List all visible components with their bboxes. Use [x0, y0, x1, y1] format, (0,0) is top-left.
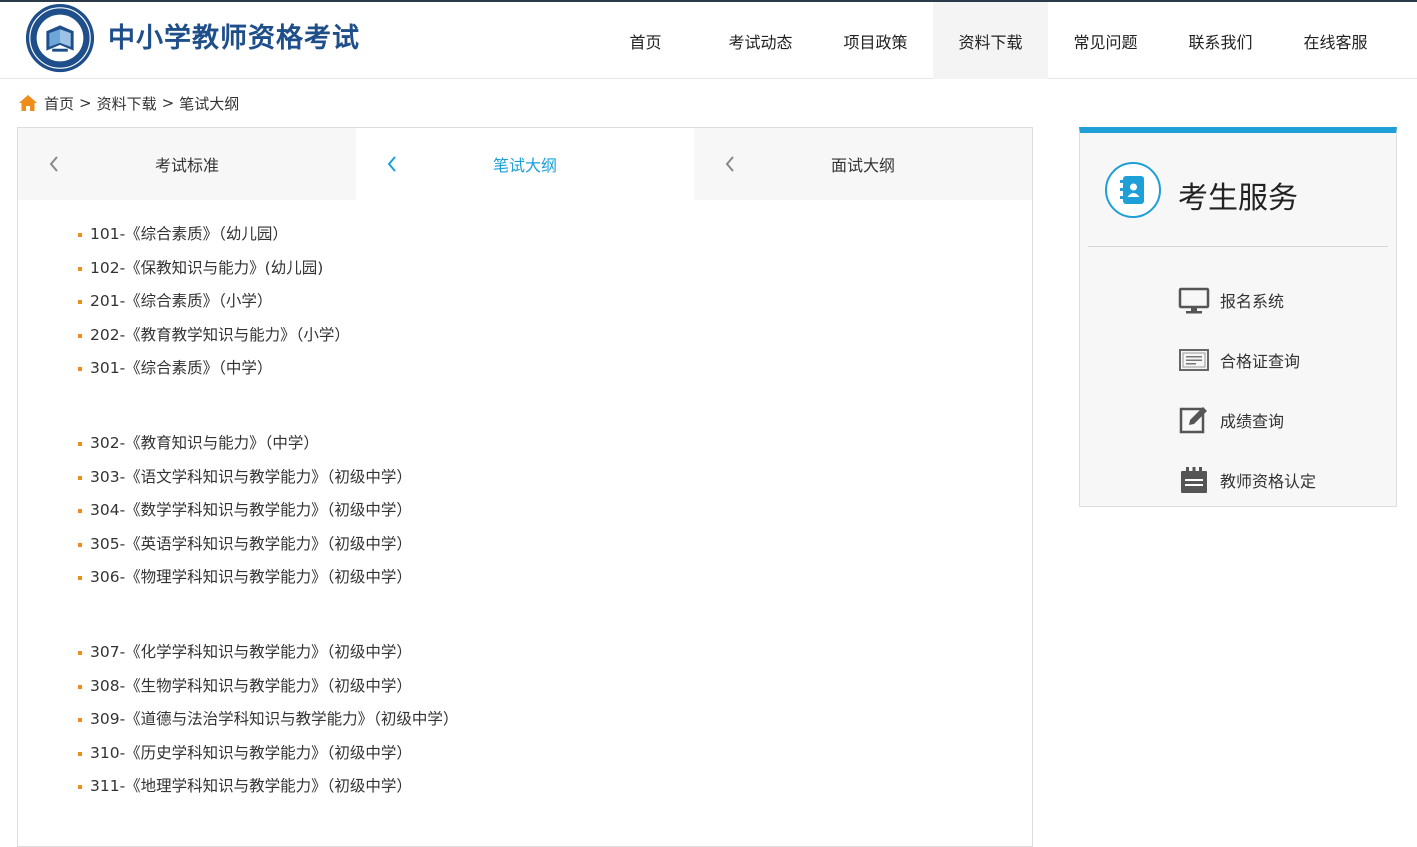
list-item[interactable]: 305-《英语学科知识与教学能力》（初级中学） [76, 528, 458, 562]
calendar-icon [1181, 467, 1207, 493]
home-icon [19, 95, 37, 111]
main-panel: 考试标准 笔试大纲 面试大纲 101-《综合素质》（幼儿园） 102-《保教知识… [17, 127, 1033, 847]
list-item[interactable]: 201-《综合素质》（小学） [76, 285, 458, 319]
list-item[interactable]: 307-《化学学科知识与教学能力》（初级中学） [76, 636, 458, 670]
nav-downloads[interactable]: 资料下载 [933, 2, 1048, 79]
tab-bar: 考试标准 笔试大纲 面试大纲 [18, 128, 1032, 200]
list-item[interactable]: 302-《教育知识与能力》（中学） [76, 427, 458, 461]
logo-emblem-icon[interactable] [22, 2, 98, 76]
monitor-icon [1178, 287, 1210, 314]
service-label: 合格证查询 [1220, 352, 1301, 371]
list-item[interactable]: 301-《综合素质》（中学） [76, 352, 458, 386]
list-item[interactable]: 308-《生物学科知识与教学能力》（初级中学） [76, 670, 458, 704]
edit-icon [1179, 407, 1207, 434]
syllabus-list: 101-《综合素质》（幼儿园） 102-《保教知识与能力》(幼儿园) 201-《… [76, 218, 458, 845]
service-certificate-query[interactable]: 合格证查询 [1178, 345, 1300, 375]
nav-exam-news[interactable]: 考试动态 [703, 2, 818, 79]
service-registration[interactable]: 报名系统 [1178, 285, 1284, 315]
list-item[interactable]: 309-《道德与法治学科知识与教学能力》（初级中学） [76, 703, 458, 737]
list-item[interactable]: 306-《物理学科知识与教学能力》（初级中学） [76, 561, 458, 595]
chevron-left-icon [387, 156, 396, 172]
breadcrumb-downloads[interactable]: 资料下载 [97, 93, 157, 114]
breadcrumb-separator: > [161, 94, 175, 112]
tab-label: 笔试大纲 [492, 156, 557, 175]
nav-online-service[interactable]: 在线客服 [1278, 2, 1393, 79]
tab-interview-syllabus[interactable]: 面试大纲 [694, 128, 1032, 200]
list-item[interactable]: 202-《教育教学知识与能力》（小学） [76, 319, 458, 353]
syllabus-group: 307-《化学学科知识与教学能力》（初级中学） 308-《生物学科知识与教学能力… [76, 636, 458, 804]
nav-home[interactable]: 首页 [588, 2, 703, 79]
services-header: 考生服务 [1088, 133, 1388, 247]
list-item[interactable]: 101-《综合素质》（幼儿园） [76, 218, 458, 252]
breadcrumb-home[interactable]: 首页 [44, 93, 74, 114]
nav-policy[interactable]: 项目政策 [818, 2, 933, 79]
tab-label: 面试大纲 [830, 156, 895, 175]
chevron-left-icon [49, 156, 58, 172]
breadcrumb-separator: > [79, 94, 92, 112]
service-label: 报名系统 [1220, 292, 1285, 311]
contacts-book-icon [1105, 162, 1161, 218]
nav-faq[interactable]: 常见问题 [1048, 2, 1163, 79]
certificate-icon [1179, 349, 1209, 371]
list-item[interactable]: 304-《数学学科知识与教学能力》（初级中学） [76, 494, 458, 528]
services-title: 考生服务 [1178, 181, 1298, 216]
breadcrumb-current: 笔试大纲 [179, 94, 240, 113]
site-header: 中小学教师资格考试 首页 考试动态 项目政策 资料下载 常见问题 联系我们 在线… [0, 0, 1417, 79]
service-teacher-certification[interactable]: 教师资格认定 [1178, 465, 1316, 495]
list-item[interactable]: 102-《保教知识与能力》(幼儿园) [76, 252, 458, 286]
nav-contact[interactable]: 联系我们 [1163, 2, 1278, 79]
candidate-services-panel: 考生服务 报名系统 合格证查询 成绩查询 教师资格认定 [1079, 127, 1397, 507]
chevron-left-icon [725, 156, 734, 172]
breadcrumb: 首页 > 资料下载 > 笔试大纲 [18, 92, 239, 114]
site-title: 中小学教师资格考试 [108, 23, 360, 54]
list-item[interactable]: 310-《历史学科知识与教学能力》（初级中学） [76, 737, 458, 771]
tab-exam-standard[interactable]: 考试标准 [18, 128, 356, 200]
service-label: 成绩查询 [1220, 412, 1285, 431]
main-nav: 首页 考试动态 项目政策 资料下载 常见问题 联系我们 在线客服 [588, 2, 1393, 79]
service-label: 教师资格认定 [1220, 472, 1317, 491]
list-item[interactable]: 303-《语文学科知识与教学能力》（初级中学） [76, 461, 458, 495]
syllabus-group: 101-《综合素质》（幼儿园） 102-《保教知识与能力》(幼儿园) 201-《… [76, 218, 458, 386]
syllabus-group: 302-《教育知识与能力》（中学） 303-《语文学科知识与教学能力》（初级中学… [76, 427, 458, 595]
list-item[interactable]: 311-《地理学科知识与教学能力》（初级中学） [76, 770, 458, 804]
service-score-query[interactable]: 成绩查询 [1178, 405, 1284, 435]
tab-label: 考试标准 [154, 156, 219, 175]
tab-written-syllabus[interactable]: 笔试大纲 [356, 128, 694, 200]
